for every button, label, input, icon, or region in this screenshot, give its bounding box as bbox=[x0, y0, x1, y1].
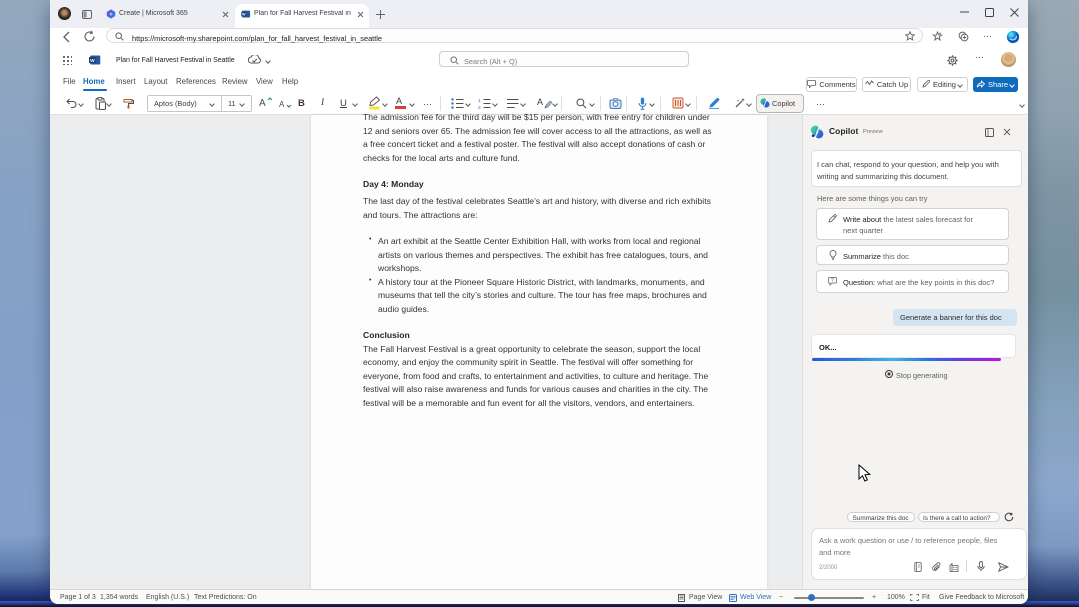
svg-text:1.: 1. bbox=[478, 98, 482, 104]
svg-text:W: W bbox=[242, 13, 246, 17]
svg-text:2.: 2. bbox=[478, 105, 482, 109]
svg-text:W: W bbox=[90, 58, 95, 64]
svg-text:?: ? bbox=[831, 278, 834, 284]
